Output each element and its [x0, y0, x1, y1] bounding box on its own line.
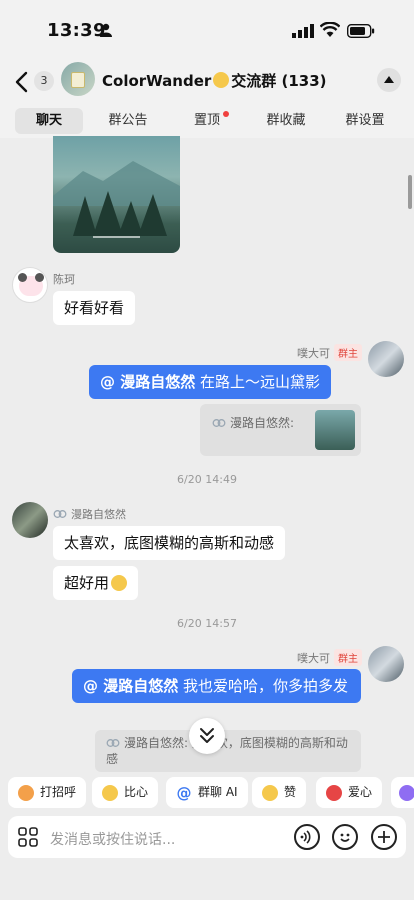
- avatar[interactable]: [12, 267, 48, 303]
- sender-name: 漫路自悠然: [53, 506, 126, 522]
- sender-name: 噗大可: [297, 652, 330, 665]
- tab-chat[interactable]: 聊天: [15, 108, 83, 134]
- tab-favorites[interactable]: 群收藏: [252, 108, 320, 134]
- timestamp: 6/20 14:57: [177, 617, 237, 630]
- new-dot: [223, 111, 229, 117]
- double-chevron-down-icon: [200, 728, 214, 743]
- avatar[interactable]: [368, 341, 404, 377]
- quick-action-bar: 打招呼 比心 @ 群聊 AI 赞 爱心: [0, 775, 414, 811]
- message-bubble[interactable]: 好看好看: [53, 291, 136, 325]
- image-caption: [93, 236, 140, 238]
- group-title[interactable]: ColorWander 交流群 (133): [102, 70, 327, 91]
- sender-name: 噗大可: [297, 347, 330, 360]
- timestamp: 6/20 14:49: [177, 473, 237, 486]
- owner-badge: 群主: [334, 649, 362, 666]
- message-bubble[interactable]: 太喜欢，底图模糊的高斯和动感: [53, 526, 286, 560]
- message-bubble[interactable]: @ 漫路自悠然 在路上～远山黛影: [89, 365, 332, 399]
- sender-name: 陈珂: [53, 273, 75, 286]
- status-bar: 13:39: [0, 0, 414, 60]
- link-rings-icon: [106, 739, 120, 747]
- surprised-emoji-icon: [111, 575, 128, 591]
- message-bubble[interactable]: @ 漫路自悠然 我也爱哈哈，你多拍多发: [72, 669, 361, 703]
- owner-badge: 群主: [334, 344, 362, 361]
- back-icon[interactable]: [12, 68, 32, 96]
- plus-icon[interactable]: [371, 824, 397, 850]
- person-emoji-icon: [213, 72, 230, 88]
- chat-header: 3 ColorWander 交流群 (133): [0, 60, 414, 104]
- wifi-icon: [320, 22, 340, 37]
- heart-icon: [326, 785, 342, 801]
- collapse-menu-button[interactable]: [377, 68, 401, 92]
- trees-image: [73, 191, 167, 236]
- quick-group-ai-button[interactable]: @ 群聊 AI: [166, 777, 248, 808]
- tab-pinned[interactable]: 置顶: [173, 108, 241, 134]
- link-rings-icon: [53, 510, 67, 518]
- cellular-signal-icon: [292, 24, 314, 38]
- quick-love-button[interactable]: 爱心: [316, 777, 383, 808]
- quick-more-button[interactable]: [391, 777, 414, 808]
- wave-icon: [18, 785, 34, 801]
- scrollbar[interactable]: [408, 175, 412, 209]
- thumbs-up-icon: [262, 785, 278, 801]
- avatar[interactable]: [368, 646, 404, 682]
- message-input-bar: 发消息或按住说话...: [8, 816, 406, 858]
- quick-heart-hand-button[interactable]: 比心: [92, 777, 159, 808]
- scroll-to-bottom-button[interactable]: [189, 718, 225, 754]
- quoted-message[interactable]: 漫路自悠然: 太喜欢，底图模糊的高斯和动感: [95, 730, 361, 772]
- avatar[interactable]: [12, 502, 48, 538]
- group-tabs: 聊天 群公告 置顶 群收藏 群设置: [0, 104, 414, 138]
- quoted-image-thumbnail: [315, 410, 355, 450]
- link-rings-icon: [212, 419, 226, 427]
- apps-grid-icon[interactable]: [18, 827, 38, 847]
- heart-hand-icon: [102, 785, 118, 801]
- quick-greet-button[interactable]: 打招呼: [8, 777, 87, 808]
- message-input[interactable]: 发消息或按住说话...: [50, 829, 175, 849]
- at-icon: @: [176, 784, 192, 802]
- confetti-icon: [399, 785, 414, 801]
- quoted-message[interactable]: 漫路自悠然:: [200, 404, 361, 456]
- emoji-icon[interactable]: [332, 824, 358, 850]
- voice-icon[interactable]: [294, 824, 320, 850]
- quick-like-button[interactable]: 赞: [252, 777, 307, 808]
- person-icon: [100, 23, 112, 37]
- tab-announcement[interactable]: 群公告: [94, 108, 162, 134]
- tab-settings[interactable]: 群设置: [331, 108, 399, 134]
- message-bubble[interactable]: 超好用: [53, 566, 139, 600]
- image-message[interactable]: [53, 136, 180, 253]
- unread-count-badge[interactable]: 3: [34, 71, 54, 91]
- group-avatar[interactable]: [61, 62, 95, 96]
- status-time: 13:39: [47, 20, 106, 41]
- battery-icon: [347, 24, 375, 38]
